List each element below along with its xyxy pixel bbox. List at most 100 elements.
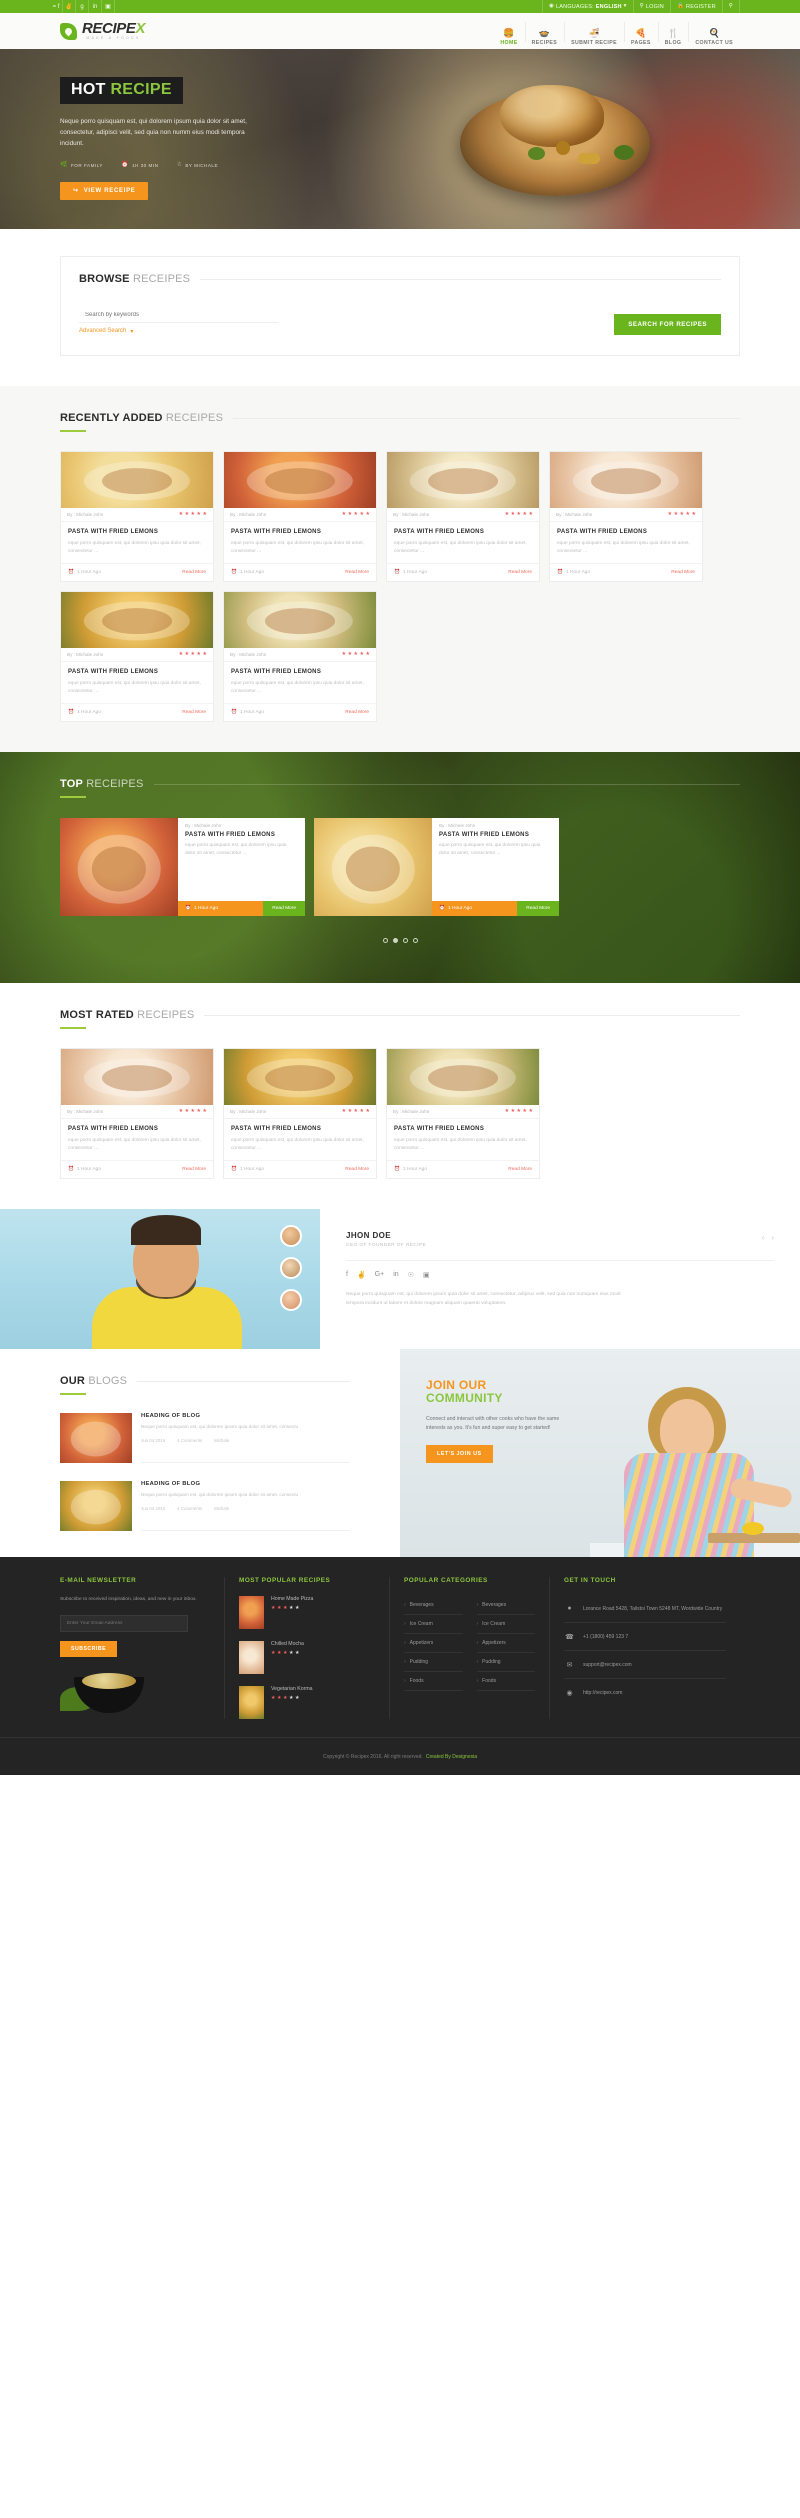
carousel-dot[interactable]: [382, 938, 388, 943]
category-link[interactable]: › Ice Cream: [404, 1615, 463, 1634]
read-more-link[interactable]: Read More: [508, 570, 532, 575]
facebook-icon[interactable]: = f: [50, 0, 63, 13]
twitter-icon[interactable]: ✌: [63, 0, 76, 13]
cook-photo: [590, 1379, 800, 1557]
recently-added-grid: By : Michale John ★ ★ ★ ★ ★ PASTA WITH FRIED…: [60, 451, 740, 722]
subscribe-button[interactable]: SUBSCRIBE: [60, 1641, 118, 1657]
read-more-link[interactable]: Read More: [182, 1167, 206, 1172]
category-link[interactable]: › Pudding: [476, 1653, 535, 1672]
recipe-card[interactable]: By : Michale John ★ ★ ★ ★ ★ PASTA WITH FRIED…: [60, 591, 214, 722]
title-underline: [60, 1393, 86, 1395]
contact-website[interactable]: ◉ http://recipex.com: [564, 1679, 726, 1706]
facebook-icon[interactable]: f: [346, 1271, 348, 1279]
login-link[interactable]: ⚲ LOGIN: [632, 0, 670, 13]
top-recipe-card[interactable]: By : Michale John PASTA WITH FRIED LEMON…: [60, 818, 305, 916]
twitter-icon[interactable]: ✌: [357, 1271, 366, 1279]
category-link[interactable]: › Appetizers: [404, 1634, 463, 1653]
search-keywords-input[interactable]: [79, 312, 279, 323]
instagram-icon[interactable]: ▣: [102, 0, 115, 13]
popular-recipe-item[interactable]: Vegetarian Korma ★ ★ ★ ★ ★: [239, 1686, 375, 1719]
recipe-author: By : Michale John: [185, 823, 222, 828]
nav-item-blog[interactable]: 🍴 BLOG: [657, 16, 689, 46]
nav-item-pages[interactable]: 🍕 PAGES: [624, 16, 658, 46]
recipe-card[interactable]: By : Michale John ★ ★ ★ ★ ★ PASTA WITH FRIED…: [386, 1048, 540, 1179]
advanced-search-toggle[interactable]: Advanced Search ▾: [79, 328, 133, 335]
read-more-button[interactable]: Read More: [517, 901, 559, 916]
avatar[interactable]: [280, 1225, 302, 1247]
read-more-link[interactable]: Read More: [508, 1167, 532, 1172]
recipe-excerpt: eque porro quisquam est, qui dolorem ips…: [439, 843, 541, 856]
read-more-link[interactable]: Read More: [671, 570, 695, 575]
newsletter-email-input[interactable]: [60, 1615, 188, 1632]
hero-meta-label: 1H 30 MIN: [131, 162, 159, 168]
popular-recipe-item[interactable]: Home Made Pizza ★ ★ ★ ★ ★: [239, 1596, 375, 1629]
copyright-link[interactable]: Created By Designesia: [426, 1754, 477, 1760]
carousel-dot[interactable]: [402, 938, 408, 943]
category-link[interactable]: › Ice Cream: [476, 1615, 535, 1634]
chevron-right-icon: ›: [476, 1621, 479, 1627]
chevron-right-icon: ›: [404, 1659, 406, 1665]
clock-icon: ⏰: [394, 1167, 400, 1172]
recipe-card[interactable]: By : Michale John ★ ★ ★ ★ ★ PASTA WITH FRIED…: [223, 591, 377, 722]
read-more-link[interactable]: Read More: [345, 710, 369, 715]
top-recipe-card[interactable]: By : Michale John PASTA WITH FRIED LEMON…: [314, 818, 559, 916]
nav-item-recipes[interactable]: 🍲 RECIPES: [524, 16, 565, 46]
category-link[interactable]: › Beverages: [476, 1596, 535, 1615]
blog-thumbnail: [60, 1481, 132, 1531]
carousel-dot-active[interactable]: [392, 938, 398, 943]
recipe-card[interactable]: By : Michale John ★ ★ ★ ★ ★ PASTA WITH FRIED…: [60, 1048, 214, 1179]
nav-item-contact-us[interactable]: 🍳 CONTACT US: [688, 16, 740, 46]
community-description: Connect and interact with other cooks wh…: [426, 1416, 560, 1431]
read-more-link[interactable]: Read More: [345, 1167, 369, 1172]
recipe-card[interactable]: By : Michale John ★ ★ ★ ★ ★ PASTA WITH FRIED…: [386, 451, 540, 582]
read-more-link[interactable]: Read More: [345, 570, 369, 575]
recipe-title: PASTA WITH FRIED LEMONS: [394, 1126, 485, 1132]
blog-date: Jun 04 2016: [141, 1438, 166, 1443]
contact-email[interactable]: ✉ support@recipex.com: [564, 1651, 726, 1679]
recipe-time: ⏰ 1 Hour Ago: [178, 901, 264, 916]
recipe-card[interactable]: By : Michale John ★ ★ ★ ★ ★ PASTA WITH FRIED…: [223, 451, 377, 582]
linkedin-icon[interactable]: in: [89, 0, 102, 13]
popular-recipe-item[interactable]: Chilled Mocha ★ ★ ★ ★ ★: [239, 1641, 375, 1674]
search-toggle[interactable]: ⚲: [721, 0, 740, 13]
chef-name: JHON DOE: [346, 1231, 391, 1240]
category-link[interactable]: › Beverages: [404, 1596, 463, 1615]
category-link[interactable]: › Foods: [476, 1672, 535, 1691]
category-link[interactable]: › Pudding: [404, 1653, 463, 1672]
pinterest-icon[interactable]: ☉: [408, 1271, 414, 1279]
read-more-link[interactable]: Read More: [182, 710, 206, 715]
recipe-card[interactable]: By : Michale John ★ ★ ★ ★ ★ PASTA WITH FRIED…: [549, 451, 703, 582]
carousel-dot[interactable]: [412, 938, 418, 943]
chevron-left-icon[interactable]: ‹: [762, 1233, 765, 1242]
title-underline: [60, 1027, 86, 1029]
login-label: LOGIN: [645, 3, 664, 10]
recipe-time: ⏰ 1 Hour Ago: [231, 710, 264, 715]
read-more-button[interactable]: Read More: [263, 901, 305, 916]
search-for-recipes-button[interactable]: SEARCH FOR RECIPES: [614, 314, 721, 335]
register-link[interactable]: 🔒 REGISTER: [669, 0, 722, 13]
nav-item-submit-recipe[interactable]: 🍜 SUBMIT RECIPE: [564, 16, 624, 46]
view-recipe-button[interactable]: ↪ VIEW RECEIPE: [60, 182, 149, 200]
blog-list-item[interactable]: HEADING OF BLOG Neque porro quisquam est…: [60, 1413, 350, 1463]
category-link[interactable]: › Foods: [404, 1672, 463, 1691]
language-selector[interactable]: ◉ LANGUAGES: ENGLISH ▾: [542, 0, 633, 13]
recipe-image: [224, 452, 376, 508]
instagram-icon[interactable]: ▣: [423, 1271, 430, 1279]
rating-stars: ★ ★ ★ ★ ★: [341, 1108, 370, 1114]
rating-stars: ★ ★ ★ ★ ★: [271, 1605, 300, 1611]
recipe-card[interactable]: By : Michale John ★ ★ ★ ★ ★ PASTA WITH FRIED…: [223, 1048, 377, 1179]
logo[interactable]: RECIPEX MAKE A FOODS: [60, 21, 145, 40]
nav-item-home[interactable]: 🍔 HOME: [493, 16, 524, 46]
linkedin-icon[interactable]: in: [393, 1271, 398, 1279]
google-plus-icon[interactable]: G+: [375, 1271, 385, 1279]
category-link[interactable]: › Appetizers: [476, 1634, 535, 1653]
avatar[interactable]: [280, 1289, 302, 1311]
blog-list-item[interactable]: HEADING OF BLOG Neque porro quisquam est…: [60, 1481, 350, 1531]
contact-phone[interactable]: ☎ +1 (1800) 459 123 7: [564, 1623, 726, 1651]
avatar[interactable]: [280, 1257, 302, 1279]
google-plus-icon[interactable]: g: [76, 0, 89, 13]
join-us-button[interactable]: LET'S JOIN US: [426, 1445, 493, 1463]
recipe-card[interactable]: By : Michale John ★ ★ ★ ★ ★ PASTA WITH FRIED…: [60, 451, 214, 582]
chevron-right-icon[interactable]: ›: [771, 1233, 774, 1242]
read-more-link[interactable]: Read More: [182, 570, 206, 575]
